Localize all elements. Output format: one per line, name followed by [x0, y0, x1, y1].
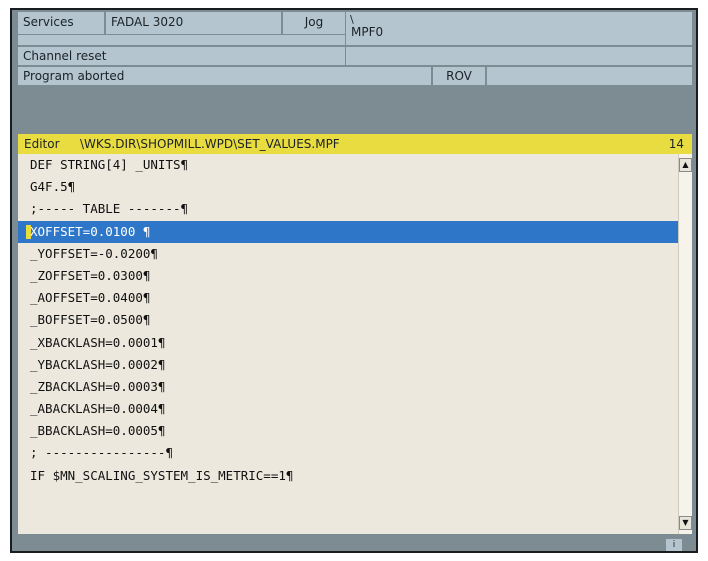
status-field-right — [487, 67, 692, 85]
program-name-field: \ MPF0 — [346, 12, 692, 45]
scroll-up-icon[interactable]: ▲ — [679, 158, 692, 172]
header-spacer — [18, 35, 345, 45]
code-line[interactable]: _YOFFSET=-0.0200¶ — [18, 243, 678, 265]
code-line[interactable]: _BOFFSET=0.0500¶ — [18, 309, 678, 331]
code-line[interactable]: ; ----------------¶ — [18, 442, 678, 464]
program-status: Program aborted — [18, 67, 431, 85]
vertical-scrollbar[interactable]: ▲ ▼ — [678, 154, 692, 534]
code-area[interactable]: DEF STRING[4] _UNITS¶ G4F.5¶ ;----- TABL… — [18, 154, 678, 534]
channel-status: Channel reset — [18, 47, 345, 65]
code-line[interactable]: _AOFFSET=0.0400¶ — [18, 287, 678, 309]
code-line-text: XOFFSET=0.0100 ¶ — [30, 223, 151, 239]
code-line[interactable]: _BBACKLASH=0.0005¶ — [18, 420, 678, 442]
code-line[interactable]: _ZOFFSET=0.0300¶ — [18, 265, 678, 287]
code-line[interactable]: G4F.5¶ — [18, 176, 678, 198]
code-line[interactable]: DEF STRING[4] _UNITS¶ — [18, 154, 678, 176]
code-line[interactable]: _XBACKLASH=0.0001¶ — [18, 332, 678, 354]
code-line-selected[interactable]: XOFFSET=0.0100 ¶ — [18, 220, 678, 243]
editor-label: Editor — [24, 137, 60, 151]
mode-indicator: Jog — [283, 12, 345, 34]
path-indicator: \ — [350, 13, 354, 26]
code-line[interactable]: _ZBACKLASH=0.0003¶ — [18, 376, 678, 398]
file-path: \WKS.DIR\SHOPMILL.WPD\SET_VALUES.MPF — [80, 137, 340, 151]
program-name: MPF0 — [351, 25, 384, 39]
code-line[interactable]: IF $MN_SCALING_SYSTEM_IS_METRIC==1¶ — [18, 465, 678, 487]
channel-message-field — [346, 47, 692, 65]
operating-area[interactable]: Services — [18, 12, 105, 34]
machine-name: FADAL 3020 — [106, 12, 282, 34]
editor-title-bar: Editor \WKS.DIR\SHOPMILL.WPD\SET_VALUES.… — [18, 134, 692, 154]
rov-indicator: ROV — [433, 67, 485, 85]
code-line[interactable]: _YBACKLASH=0.0002¶ — [18, 354, 678, 376]
scroll-down-icon[interactable]: ▼ — [679, 516, 692, 530]
hmi-screen: Services FADAL 3020 Jog \ MPF0 Channel r… — [10, 8, 698, 553]
line-number: 14 — [668, 137, 684, 151]
program-editor[interactable]: Editor \WKS.DIR\SHOPMILL.WPD\SET_VALUES.… — [18, 134, 692, 534]
text-cursor — [26, 224, 31, 239]
code-line[interactable]: ;----- TABLE -------¶ — [18, 198, 678, 220]
code-line[interactable]: _ABACKLASH=0.0004¶ — [18, 398, 678, 420]
info-icon[interactable]: i — [666, 539, 682, 551]
